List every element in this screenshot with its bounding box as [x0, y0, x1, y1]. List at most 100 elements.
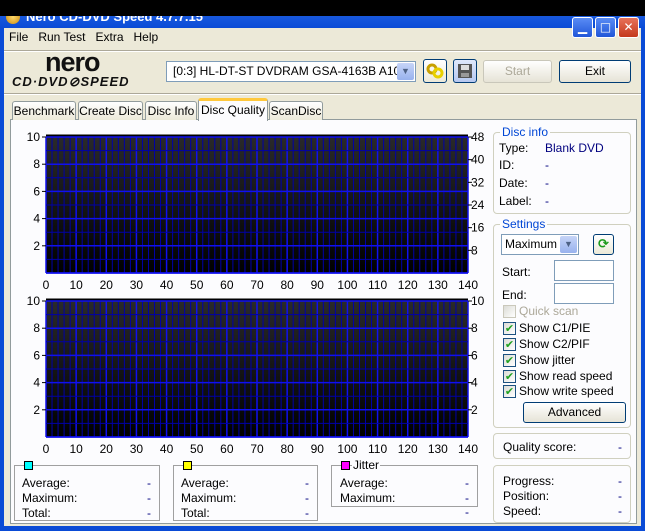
progress-label: Progress: [503, 474, 555, 488]
c2-maximum-value: - [305, 491, 309, 505]
toolbar-separator [4, 93, 641, 95]
floppy-disk-icon [458, 64, 472, 78]
x-tick-label: 0 [43, 442, 50, 454]
start-input[interactable] [554, 260, 614, 281]
x-tick-label: 50 [190, 442, 204, 454]
y-tick-label: 6 [33, 348, 40, 362]
x-tick-label: 60 [220, 442, 234, 454]
minimize-icon: ▁ [577, 20, 588, 34]
show-c2-pif-label: Show C2/PIF [519, 337, 590, 351]
progress-value: - [618, 474, 622, 488]
y-tick-label: 2 [33, 239, 40, 253]
menu-file[interactable]: File [4, 30, 33, 48]
menu-help[interactable]: Help [129, 30, 164, 48]
show-jitter-checkbox[interactable]: ✔ [503, 354, 516, 367]
close-button[interactable]: ✕ [618, 17, 639, 38]
jitter-maximum-value: - [465, 491, 469, 505]
x-tick-label: 70 [250, 442, 264, 454]
y-tick-label: 8 [33, 321, 40, 335]
x-tick-label: 120 [398, 442, 418, 454]
advanced-button[interactable]: Advanced [523, 402, 626, 423]
checkmark-icon: ✔ [504, 322, 515, 335]
tab-create-disc[interactable]: Create Disc [78, 101, 143, 120]
x-tick-label: 100 [337, 278, 357, 290]
y2-tick-label: 2 [471, 403, 478, 417]
start-button[interactable]: Start [483, 60, 552, 83]
show-c2-pif-checkbox[interactable]: ✔ [503, 338, 516, 351]
c2-stats-box: Average: - Maximum: - Total: - [173, 461, 318, 521]
y-tick-label: 6 [33, 184, 40, 198]
menu-run-test[interactable]: Run Test [33, 30, 90, 48]
c1-maximum-label: Maximum: [22, 491, 78, 505]
drive-select[interactable]: [0:3] HL-DT-ST DVDRAM GSA-4163B A104 ▼ [166, 61, 416, 82]
checkmark-icon: ✔ [504, 370, 515, 383]
maximize-button[interactable]: □ [595, 17, 616, 38]
label-value: - [545, 194, 549, 208]
refresh-icon: ⟳ [598, 237, 609, 252]
c2-average-label: Average: [181, 476, 229, 490]
x-tick-label: 100 [337, 442, 357, 454]
x-tick-label: 60 [220, 278, 234, 290]
show-c1-pie-checkbox[interactable]: ✔ [503, 322, 516, 335]
drive-select-value: [0:3] HL-DT-ST DVDRAM GSA-4163B A104 [173, 64, 407, 78]
x-tick-label: 10 [69, 278, 83, 290]
c2-total-label: Total: [181, 506, 210, 520]
y2-tick-label: 6 [471, 348, 478, 362]
chevron-down-icon[interactable]: ▼ [397, 63, 414, 80]
start-label: Start: [502, 265, 531, 279]
jitter-stats-box: Jitter Average: - Maximum: - [331, 458, 478, 507]
checkmark-icon: ✔ [504, 338, 515, 351]
type-label: Type: [499, 141, 529, 155]
x-tick-label: 130 [428, 442, 448, 454]
quick-scan-checkbox[interactable] [503, 305, 516, 318]
c1-pie-chart: 246810816243240480 10 20 30 40 50 60 70 80 90 100 1… [27, 130, 485, 290]
settings-group: Settings Maximum ▼ ⟳ Start: End: Quick s… [493, 217, 631, 428]
menu-bar: File Run Test Extra Help [4, 30, 163, 48]
y-tick-label: 4 [33, 376, 40, 390]
jitter-average-label: Average: [340, 476, 388, 490]
y2-tick-label: 8 [471, 321, 478, 335]
x-tick-label: 30 [130, 442, 144, 454]
refresh-button[interactable]: ⟳ [593, 234, 614, 255]
x-tick-label: 50 [190, 278, 204, 290]
c1-average-value: - [147, 476, 151, 490]
disc-info-title: Disc info [500, 125, 551, 139]
y-tick-label: 4 [33, 212, 40, 226]
y2-tick-label: 48 [471, 130, 485, 144]
tab-benchmark[interactable]: Benchmark [12, 101, 76, 120]
progress-group: Progress: - Position: - Speed: - [493, 465, 631, 523]
y-tick-label: 8 [33, 157, 40, 171]
c2-total-value: - [305, 506, 309, 520]
tab-disc-info[interactable]: Disc Info [145, 101, 197, 120]
quality-score-group: Quality score: - [493, 433, 631, 459]
show-read-speed-checkbox[interactable]: ✔ [503, 370, 516, 383]
save-button[interactable] [453, 59, 477, 83]
x-tick-label: 0 [43, 278, 50, 290]
show-c1-pie-label: Show C1/PIE [519, 321, 591, 335]
speed-select[interactable]: Maximum ▼ [501, 234, 579, 255]
jitter-title: Jitter [352, 458, 381, 472]
tab-scandisc[interactable]: ScanDisc [269, 101, 323, 120]
x-tick-label: 70 [250, 278, 264, 290]
type-value: Blank DVD [545, 141, 604, 155]
y-tick-label: 10 [27, 130, 41, 144]
c1-average-label: Average: [22, 476, 70, 490]
drive-info-button[interactable] [423, 59, 447, 83]
end-input[interactable] [554, 283, 614, 304]
minimize-button[interactable]: ▁ [572, 17, 593, 38]
c1-total-value: - [147, 506, 151, 520]
x-tick-label: 90 [311, 442, 325, 454]
tab-disc-quality[interactable]: Disc Quality [198, 98, 268, 121]
maximize-icon: □ [599, 20, 612, 34]
x-tick-label: 110 [368, 278, 387, 290]
x-tick-label: 130 [428, 278, 448, 290]
exit-button[interactable]: Exit [559, 60, 631, 83]
speed-select-value: Maximum [505, 237, 558, 251]
show-write-speed-checkbox[interactable]: ✔ [503, 385, 516, 398]
jitter-maximum-label: Maximum: [340, 491, 396, 505]
disc-info-group: Disc info Type: Blank DVD ID: - Date: - … [493, 125, 631, 214]
y-tick-label: 10 [27, 294, 41, 308]
chevron-down-icon[interactable]: ▼ [560, 236, 577, 253]
c1-stats-box: Average: - Maximum: - Total: - [14, 461, 160, 521]
menu-extra[interactable]: Extra [90, 30, 128, 48]
